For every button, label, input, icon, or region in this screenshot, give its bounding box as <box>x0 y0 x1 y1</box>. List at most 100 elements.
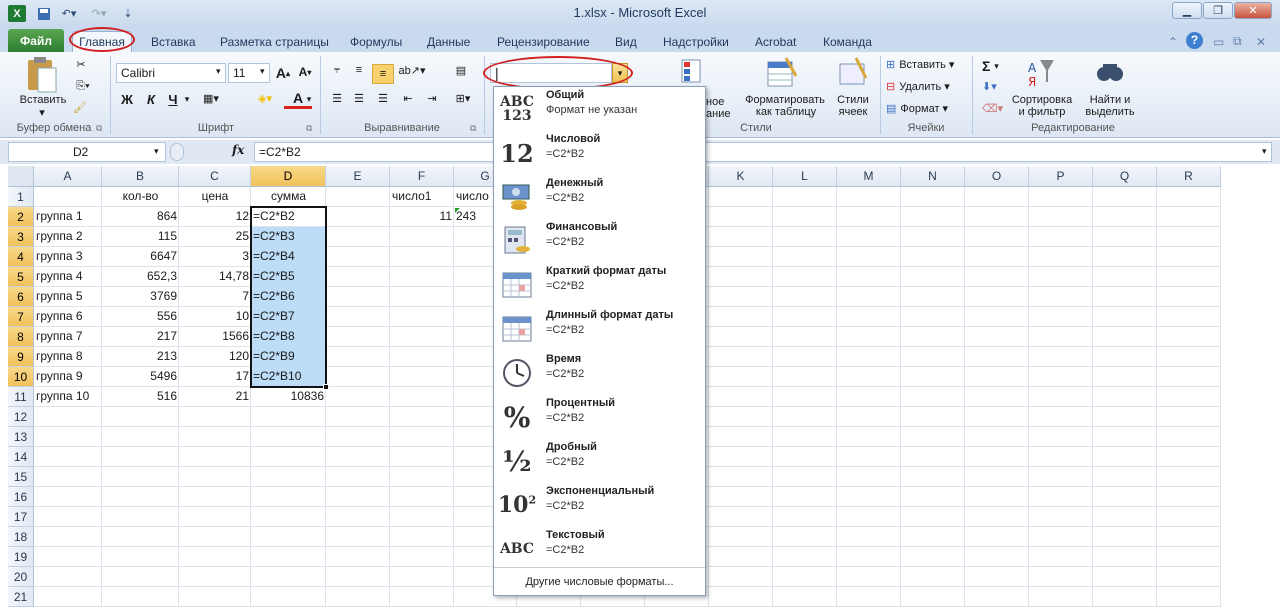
cell[interactable] <box>1157 507 1221 527</box>
cell[interactable] <box>326 247 390 267</box>
cell-price[interactable]: 21 <box>179 387 251 407</box>
tab-acrobat[interactable]: Acrobat <box>755 31 796 52</box>
column-header-C[interactable]: C <box>179 166 251 187</box>
row-header-6[interactable]: 6 <box>8 287 34 307</box>
cell-sum[interactable]: =C2*B2 <box>251 207 326 227</box>
cell[interactable] <box>179 407 251 427</box>
cell[interactable] <box>709 427 773 447</box>
cell[interactable] <box>965 387 1029 407</box>
cell[interactable] <box>251 507 326 527</box>
cell[interactable] <box>837 287 901 307</box>
cell[interactable] <box>1157 267 1221 287</box>
cell-qty[interactable]: 115 <box>102 227 179 247</box>
cell[interactable] <box>102 487 179 507</box>
cell-f2[interactable]: 11 <box>390 207 454 227</box>
cell[interactable] <box>709 527 773 547</box>
column-header-P[interactable]: P <box>1029 166 1093 187</box>
cell[interactable] <box>326 487 390 507</box>
cell[interactable] <box>390 427 454 447</box>
cell[interactable] <box>1029 407 1093 427</box>
format-option[interactable]: ABC 123 Общий Формат не указан <box>494 87 705 131</box>
cell[interactable] <box>901 247 965 267</box>
cell[interactable] <box>1157 187 1221 207</box>
cell-qty[interactable]: 217 <box>102 327 179 347</box>
cell[interactable] <box>1029 587 1093 607</box>
cell[interactable] <box>837 307 901 327</box>
delete-cells-button[interactable]: ⊟ Удалить ▾ <box>886 80 950 94</box>
cell-sum[interactable]: =C2*B7 <box>251 307 326 327</box>
cell[interactable] <box>1029 207 1093 227</box>
cell[interactable] <box>965 447 1029 467</box>
cell[interactable] <box>901 507 965 527</box>
row-header-5[interactable]: 5 <box>8 267 34 287</box>
cell[interactable] <box>773 407 837 427</box>
column-header-D[interactable]: D <box>251 166 326 187</box>
cell-sum[interactable]: =C2*B4 <box>251 247 326 267</box>
cell[interactable] <box>1093 547 1157 567</box>
cell[interactable] <box>773 347 837 367</box>
cell[interactable] <box>837 567 901 587</box>
cell[interactable] <box>390 447 454 467</box>
cell[interactable] <box>390 327 454 347</box>
cell[interactable] <box>965 247 1029 267</box>
cell[interactable] <box>837 247 901 267</box>
borders-icon[interactable]: ▦▾ <box>198 92 224 105</box>
font-name-dropdown-icon[interactable]: ▾ <box>216 66 221 77</box>
cell-sum[interactable]: =C2*B5 <box>251 267 326 287</box>
cell-group-name[interactable]: группа 4 <box>34 267 102 287</box>
cell[interactable] <box>326 447 390 467</box>
paste-icon[interactable] <box>24 56 60 96</box>
cell[interactable] <box>326 367 390 387</box>
column-header-N[interactable]: N <box>901 166 965 187</box>
row-header-14[interactable]: 14 <box>8 447 34 467</box>
cell[interactable] <box>179 467 251 487</box>
cell[interactable] <box>965 287 1029 307</box>
align-top-icon[interactable]: ⫧ <box>328 64 346 77</box>
cell[interactable] <box>837 207 901 227</box>
cell[interactable] <box>965 527 1029 547</box>
cell[interactable] <box>1029 347 1093 367</box>
cell[interactable] <box>1157 467 1221 487</box>
cell-qty[interactable]: 5496 <box>102 367 179 387</box>
cell[interactable] <box>837 387 901 407</box>
cell[interactable] <box>965 507 1029 527</box>
cell[interactable] <box>326 467 390 487</box>
cell-price[interactable]: 25 <box>179 227 251 247</box>
cell[interactable] <box>709 327 773 347</box>
cell-sum[interactable]: =C2*B3 <box>251 227 326 247</box>
cell[interactable] <box>390 547 454 567</box>
row-header-1[interactable]: 1 <box>8 187 34 207</box>
cell[interactable] <box>901 467 965 487</box>
row-header-3[interactable]: 3 <box>8 227 34 247</box>
cell[interactable] <box>390 287 454 307</box>
cell[interactable] <box>965 407 1029 427</box>
cell[interactable] <box>1029 527 1093 547</box>
column-header-O[interactable]: O <box>965 166 1029 187</box>
cell-styles-label2[interactable]: ячеек <box>832 106 874 118</box>
cell[interactable] <box>390 247 454 267</box>
cell[interactable] <box>709 407 773 427</box>
cell[interactable] <box>709 587 773 607</box>
row-header-13[interactable]: 13 <box>8 427 34 447</box>
column-header-Q[interactable]: Q <box>1093 166 1157 187</box>
cell[interactable] <box>179 487 251 507</box>
cell[interactable] <box>837 427 901 447</box>
cell[interactable] <box>1093 327 1157 347</box>
font-name-select[interactable]: Calibri <box>116 63 226 83</box>
tab-file[interactable]: Файл <box>8 29 64 52</box>
cell[interactable] <box>179 547 251 567</box>
cell[interactable] <box>965 467 1029 487</box>
column-header-E[interactable]: E <box>326 166 390 187</box>
cell[interactable] <box>773 267 837 287</box>
cell[interactable] <box>837 347 901 367</box>
row-header-20[interactable]: 20 <box>8 567 34 587</box>
paste-dropdown-icon[interactable]: ▾ <box>36 106 48 119</box>
cell[interactable] <box>102 527 179 547</box>
cell[interactable] <box>965 207 1029 227</box>
cell[interactable] <box>1157 387 1221 407</box>
cell-price[interactable]: 12 <box>179 207 251 227</box>
cell[interactable] <box>34 467 102 487</box>
row-header-12[interactable]: 12 <box>8 407 34 427</box>
tab-formulas[interactable]: Формулы <box>350 31 402 52</box>
format-as-table-label[interactable]: Форматировать <box>740 94 830 106</box>
